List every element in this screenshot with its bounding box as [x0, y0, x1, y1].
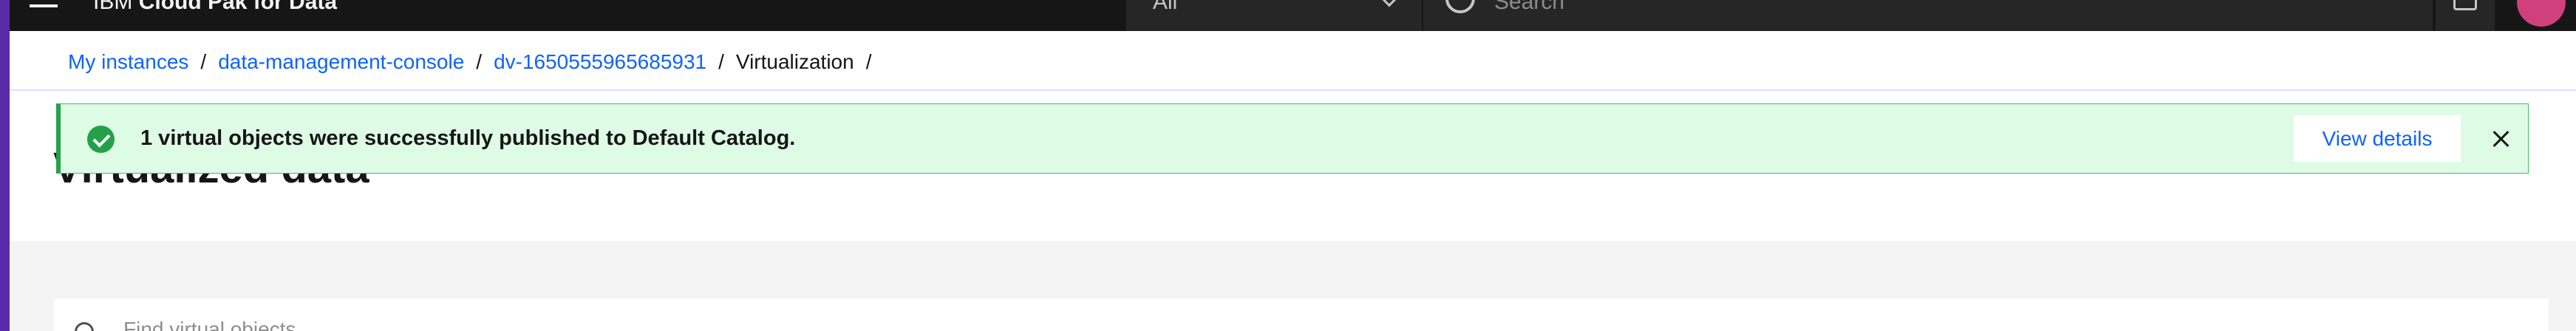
global-search[interactable]: Search — [1423, 0, 2433, 31]
breadcrumb-separator: / — [200, 50, 207, 73]
search-input[interactable]: Search — [1494, 0, 1564, 15]
breadcrumb-separator: / — [865, 50, 872, 73]
breadcrumb-item-instance[interactable]: dv-1650555965685931 — [494, 50, 706, 74]
page: IBM Cloud Pak for Data All Search My ins… — [0, 0, 2576, 331]
avatar[interactable] — [2517, 0, 2566, 27]
content-area: Find virtual objects — [10, 241, 2576, 331]
breadcrumb-item-my-instances[interactable]: My instances — [68, 50, 188, 74]
notification-message: 1 virtual objects were successfully publ… — [140, 126, 796, 150]
scope-value: All — [1153, 0, 1178, 14]
breadcrumb: My instances / data-management-console /… — [68, 47, 883, 77]
notification-icon — [2453, 0, 2477, 10]
breadcrumb-separator: / — [718, 50, 724, 73]
close-icon[interactable] — [2483, 120, 2520, 157]
top-header: IBM Cloud Pak for Data All Search — [0, 0, 2576, 31]
notifications-button[interactable] — [2436, 0, 2495, 31]
breadcrumb-separator: / — [476, 50, 483, 73]
scope-dropdown[interactable]: All — [1126, 0, 1422, 31]
chevron-down-icon — [1380, 0, 1398, 7]
filter-input[interactable]: Find virtual objects — [123, 318, 296, 331]
breadcrumb-item-virtualization: Virtualization — [735, 50, 854, 73]
search-icon — [75, 322, 94, 331]
menu-icon[interactable] — [30, 0, 58, 7]
breadcrumb-item-data-management-console[interactable]: data-management-console — [218, 50, 464, 74]
filter-search-bar[interactable]: Find virtual objects — [54, 298, 2549, 331]
search-icon — [1445, 0, 1475, 13]
brand-logo[interactable]: IBM Cloud Pak for Data — [93, 0, 337, 15]
checkmark-icon — [87, 126, 115, 153]
brand-prefix: IBM — [93, 0, 133, 14]
success-notification: 1 virtual objects were successfully publ… — [56, 103, 2529, 174]
header-divider — [10, 89, 2576, 91]
brand-name: Cloud Pak for Data — [138, 0, 338, 14]
view-details-button[interactable]: View details — [2294, 115, 2461, 162]
left-accent-strip — [0, 0, 10, 331]
